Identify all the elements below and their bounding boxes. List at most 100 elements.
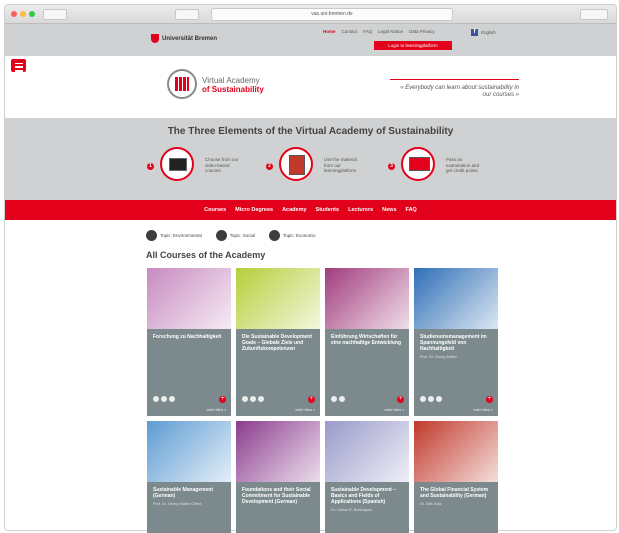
topic-social[interactable]: Topic: Social [215, 230, 255, 241]
course-topic-icons [420, 396, 442, 402]
course-card[interactable]: Studienumsmanagement im Spannungsfeld vo… [414, 268, 498, 416]
address-bar[interactable]: vas.uni-bremen.de [211, 8, 453, 21]
social-icon [331, 396, 337, 402]
nav-courses[interactable]: Courses [204, 207, 226, 213]
economic-icon [169, 396, 175, 402]
nav-micro-degrees[interactable]: Micro Degrees [235, 207, 273, 213]
nav-academy[interactable]: Academy [282, 207, 306, 213]
economic-icon [339, 396, 345, 402]
add-course-icon[interactable]: + [219, 396, 226, 403]
course-topic-icons [153, 396, 175, 402]
more-info-link[interactable]: mehr Infos » [474, 408, 493, 412]
environment-icon [153, 396, 159, 402]
site-header: Virtual Academy of Sustainability « Ever… [5, 56, 616, 118]
course-title: The Global Financial System and Sustaina… [420, 487, 489, 499]
back-forward-buttons[interactable] [43, 9, 67, 20]
course-card[interactable]: Sustainable Management (German) Prof. Dr… [147, 421, 231, 533]
step-number: 3 [388, 163, 395, 170]
course-lecturer [147, 340, 231, 343]
step-text: Pass an examination and get credit point… [446, 157, 480, 173]
step-text: Choose from our video-based courses [205, 157, 239, 173]
topic-environmental[interactable]: Topic: Environmental [146, 230, 202, 241]
top-link-home[interactable]: Home [323, 29, 336, 34]
sidebar-toggle-button[interactable] [175, 9, 199, 20]
main-navigation: Courses Micro Degrees Academy Students L… [5, 200, 616, 220]
top-link-contact[interactable]: Contact [342, 29, 358, 34]
top-link-faq[interactable]: FAQ [363, 29, 372, 34]
course-lecturer: Prof. Dr. Georg Müller-Christ [153, 502, 202, 506]
course-card[interactable]: Einführung Wirtschaften für eine nachhal… [325, 268, 409, 416]
social-language: f English [471, 29, 496, 36]
nav-lecturers[interactable]: Lecturers [348, 207, 373, 213]
topic-economic[interactable]: Topic: Economic [269, 230, 316, 241]
university-logo[interactable]: Universität Bremen [151, 34, 217, 43]
more-info-link[interactable]: mehr Infos » [296, 408, 315, 412]
monitor-icon [401, 147, 435, 181]
three-elements-title: The Three Elements of the Virtual Academ… [167, 126, 454, 137]
social-icon [428, 396, 434, 402]
share-button[interactable] [580, 9, 608, 20]
course-card[interactable]: The Global Financial System and Sustaina… [414, 421, 498, 533]
course-card[interactable]: Foundations and their Social Commitment … [236, 421, 320, 533]
nav-news[interactable]: News [382, 207, 396, 213]
course-card[interactable]: Sustainable Development – Basics and Fie… [325, 421, 409, 533]
environment-icon [146, 230, 157, 241]
top-link-legal[interactable]: Legal Notice [378, 29, 403, 34]
step-number: 2 [266, 163, 273, 170]
economic-icon [436, 396, 442, 402]
three-elements-section: The Three Elements of the Virtual Academ… [5, 118, 616, 200]
language-selector[interactable]: English [481, 30, 496, 35]
more-info-link[interactable]: mehr Infos » [385, 408, 404, 412]
social-icon [250, 396, 256, 402]
course-thumbnail [414, 421, 498, 482]
minimize-window-button[interactable] [20, 11, 26, 17]
top-link-privacy[interactable]: Data Privacy [409, 29, 435, 34]
vas-logo-icon[interactable] [167, 69, 197, 99]
course-thumbnail [325, 421, 409, 482]
topic-label: Topic: Economic [283, 233, 316, 238]
nav-faq[interactable]: FAQ [406, 207, 417, 213]
course-lecturer: Dr. Dirk Dutz [420, 502, 442, 506]
logo-line-2: of Sustainability [202, 85, 264, 94]
course-title: Studienumsmanagement im Spannungsfeld vo… [420, 334, 487, 352]
course-lecturer [325, 346, 409, 349]
course-card[interactable]: Die Sustainable Development Goals – Glob… [236, 268, 320, 416]
course-title: Foundations and their Social Commitment … [242, 487, 311, 505]
course-lecturer [236, 505, 320, 508]
add-course-icon[interactable]: + [397, 396, 404, 403]
step-3: 3 Pass an examination and get credit poi… [388, 147, 498, 185]
course-title: Sustainable Development – Basics and Fie… [331, 487, 397, 505]
tablet-icon [279, 147, 313, 181]
course-lecturer: Dr. Carlos R. Bohórquez [331, 508, 373, 512]
header-quote: « Everybody can learn about sustainabili… [390, 79, 519, 99]
menu-button[interactable] [11, 59, 26, 72]
logo-line-1: Virtual Academy [202, 76, 260, 85]
facebook-icon[interactable]: f [471, 29, 478, 36]
course-card[interactable]: Forschung zu Nachhaltigkeit + mehr Infos… [147, 268, 231, 416]
browser-toolbar: vas.uni-bremen.de [5, 5, 616, 24]
step-text: Use the material from our learningplatfo… [324, 157, 357, 173]
course-title: Forschung zu Nachhaltigkeit [153, 334, 222, 340]
university-shield-icon [151, 34, 159, 43]
vas-logo-text[interactable]: Virtual Academy of Sustainability [202, 76, 264, 94]
add-course-icon[interactable]: + [308, 396, 315, 403]
course-title: Sustainable Management (German) [153, 487, 214, 499]
maximize-window-button[interactable] [29, 11, 35, 17]
course-topic-icons [242, 396, 264, 402]
topic-filters: Topic: Environmental Topic: Social Topic… [146, 230, 316, 241]
course-thumbnail [325, 268, 409, 329]
course-title: Einführung Wirtschaften für eine nachhal… [331, 334, 402, 346]
nav-students[interactable]: Students [316, 207, 340, 213]
economic-icon [269, 230, 281, 241]
topic-label: Topic: Environmental [160, 233, 202, 238]
course-lecturer [236, 352, 320, 355]
add-course-icon[interactable]: + [486, 396, 493, 403]
economic-icon [258, 396, 264, 402]
close-window-button[interactable] [11, 11, 17, 17]
course-thumbnail [236, 421, 320, 482]
top-bar: Universität Bremen Home Contact FAQ Lega… [5, 24, 616, 56]
login-button[interactable]: Login to learningplatform [374, 41, 452, 50]
more-info-link[interactable]: mehr Infos » [207, 408, 226, 412]
social-icon [215, 230, 227, 241]
environment-icon [242, 396, 248, 402]
